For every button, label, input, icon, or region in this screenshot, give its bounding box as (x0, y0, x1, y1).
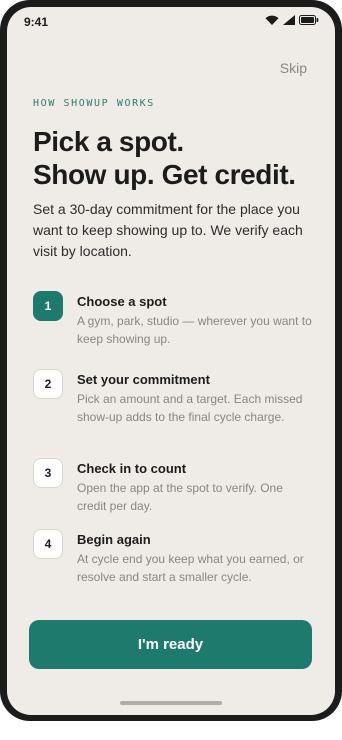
step-title: Set your commitment (77, 372, 210, 387)
cellular-icon (283, 15, 295, 25)
step-number-badge: 3 (33, 458, 63, 488)
page-title: Pick a spot. Show up. Get credit. (33, 125, 323, 191)
step-description: Open the app at the spot to verify. One … (77, 481, 283, 513)
page-title-line-1: Pick a spot. (33, 126, 184, 157)
im-ready-button[interactable]: I'm ready (29, 620, 312, 669)
step-number-badge: 2 (33, 369, 63, 399)
step-title: Check in to count (77, 461, 187, 476)
section-eyebrow: HOW SHOWUP WORKS (33, 98, 155, 109)
page-title-line-2: Show up. Get credit. (33, 159, 296, 190)
status-icons (265, 15, 319, 25)
battery-icon (299, 15, 319, 25)
step-title: Begin again (77, 532, 151, 547)
skip-button[interactable]: Skip (280, 60, 307, 76)
step-number-badge: 1 (33, 291, 63, 321)
step-title: Choose a spot (77, 294, 167, 309)
step-number-badge: 4 (33, 529, 63, 559)
home-indicator (120, 701, 222, 705)
intro-text: Set a 30-day commitment for the place yo… (33, 201, 303, 259)
step-description: Pick an amount and a target. Each missed… (77, 392, 303, 424)
device-frame: 9:41 Skip HOW SHOWUP WORKS Pick a spot. … (0, 0, 342, 721)
step-description: At cycle end you keep what you earned, o… (77, 552, 304, 584)
status-time: 9:41 (24, 15, 49, 29)
wifi-icon (265, 15, 279, 25)
step-description: A gym, park, studio — wherever you want … (77, 314, 312, 346)
onboarding-screen: 9:41 Skip HOW SHOWUP WORKS Pick a spot. … (7, 7, 335, 715)
status-bar: 9:41 (7, 7, 335, 35)
